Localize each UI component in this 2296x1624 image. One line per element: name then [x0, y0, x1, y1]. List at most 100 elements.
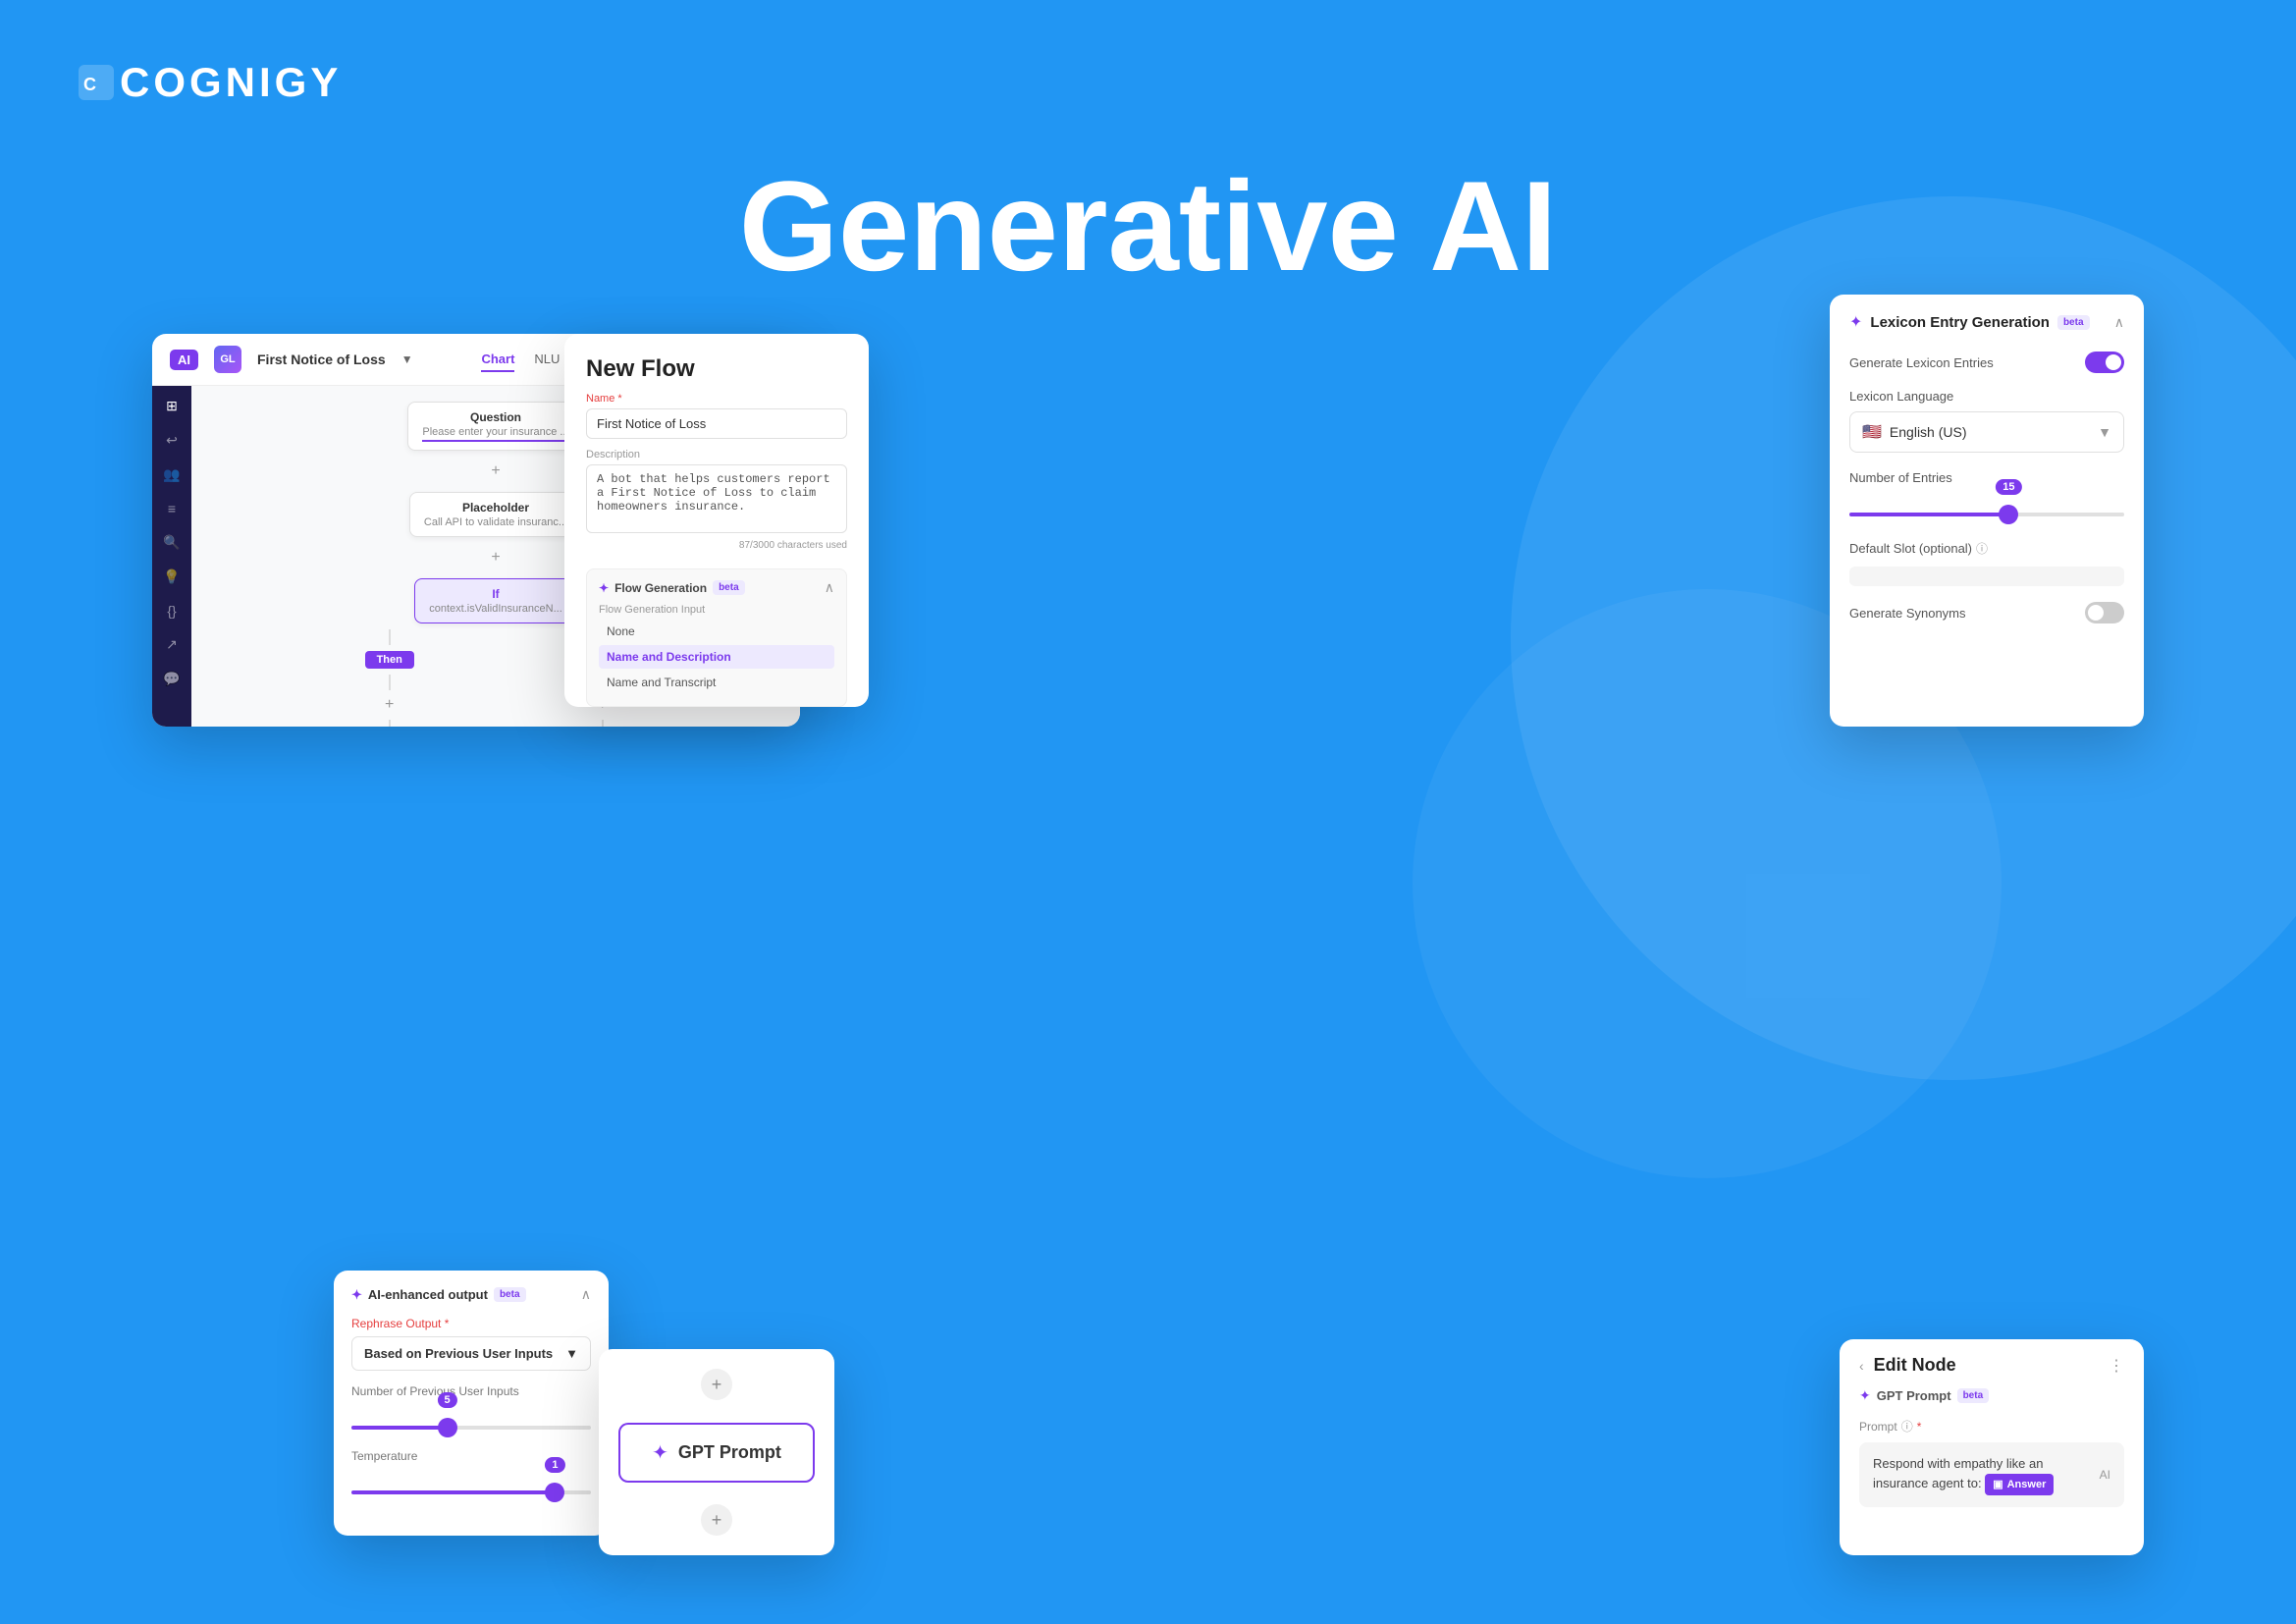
prompt-info-icon: ⓘ: [1901, 1418, 1913, 1435]
edit-node-card: ‹ Edit Node ⋮ ✦ GPT Prompt beta Prompt ⓘ…: [1840, 1339, 2144, 1555]
entries-slider-thumb[interactable]: 15: [1999, 505, 2018, 524]
then-label: Then: [365, 651, 414, 669]
conn-then3: [389, 720, 391, 727]
question-node-1: Question Please enter your insurance ...: [407, 402, 583, 451]
ai-output-card: ✦ AI-enhanced output beta ∧ Rephrase Out…: [334, 1271, 609, 1536]
gpt-prompt-box[interactable]: ✦ GPT Prompt: [618, 1423, 815, 1483]
option-name-transcript[interactable]: Name and Transcript: [599, 671, 834, 694]
ai-output-title: ✦ AI-enhanced output beta: [351, 1287, 526, 1303]
if-node: If context.isValidInsuranceN...: [414, 578, 577, 623]
prev-inputs-fill: [351, 1426, 448, 1430]
language-value: English (US): [1890, 424, 1967, 440]
main-title: Generative AI: [739, 152, 1557, 299]
flow-gen-title: ✦ Flow Generation beta: [599, 580, 745, 595]
flow-name: First Notice of Loss: [257, 352, 386, 367]
sidebar-search-icon[interactable]: 🔍: [163, 534, 180, 551]
temp-slider-track: 1: [351, 1490, 591, 1494]
flag-icon: 🇺🇸: [1862, 422, 1882, 442]
temp-thumb[interactable]: 1: [545, 1483, 564, 1502]
flow-gen-options: None Name and Description Name and Trans…: [599, 620, 834, 694]
tab-nlu[interactable]: NLU: [534, 348, 560, 372]
sidebar-chat2-icon[interactable]: 💬: [163, 671, 180, 687]
prev-inputs-label: Number of Previous User Inputs: [351, 1384, 591, 1398]
synonyms-toggle[interactable]: [2085, 602, 2124, 623]
char-count: 87/3000 characters used: [586, 540, 847, 551]
rephrase-select[interactable]: Based on Previous User Inputs ▼: [351, 1336, 591, 1371]
sidebar-grid-icon[interactable]: ⊞: [166, 398, 178, 414]
gpt-spark-icon: ✦: [652, 1440, 668, 1465]
synonyms-row: Generate Synonyms: [1849, 602, 2124, 623]
add-then[interactable]: +: [385, 696, 394, 714]
new-flow-title: New Flow: [564, 334, 869, 393]
sidebar-code-icon[interactable]: {}: [167, 603, 176, 619]
add-below-button[interactable]: +: [701, 1504, 732, 1536]
language-select[interactable]: 🇺🇸 English (US) ▼: [1849, 411, 2124, 453]
edit-spark-icon: ✦: [1859, 1387, 1871, 1404]
option-name-desc[interactable]: Name and Description: [599, 645, 834, 669]
temp-thumb-label: 1: [545, 1457, 564, 1473]
edit-node-title: Edit Node: [1874, 1355, 1956, 1376]
default-slot-input[interactable]: [1849, 567, 2124, 586]
add-above-button[interactable]: +: [701, 1369, 732, 1400]
sidebar-bulb-icon[interactable]: 💡: [163, 568, 180, 585]
prev-inputs-thumb[interactable]: 5: [438, 1418, 457, 1437]
lexicon-header: ✦ Lexicon Entry Generation beta ∧: [1849, 312, 2124, 332]
dropdown-icon: ▼: [401, 352, 413, 366]
cognigy-logo: c COGNIGY: [79, 59, 342, 110]
tab-chart[interactable]: Chart: [481, 348, 514, 372]
svg-text:c: c: [83, 75, 100, 94]
ai-corner-icon: AI: [2100, 1466, 2110, 1484]
name-input[interactable]: [586, 408, 847, 439]
generate-entries-label: Generate Lexicon Entries: [1849, 355, 1994, 370]
prev-inputs-thumb-label: 5: [438, 1392, 457, 1408]
edit-node-nav: ‹ Edit Node: [1859, 1355, 1956, 1376]
language-label: Lexicon Language: [1849, 389, 2124, 404]
sidebar-users-icon[interactable]: 👥: [163, 466, 180, 483]
conn-then2: [389, 675, 391, 690]
lexicon-beta-badge: beta: [2057, 315, 2090, 330]
conn-else3: [602, 720, 604, 727]
logo-text: COGNIGY: [120, 59, 342, 106]
entries-thumb-label: 15: [1996, 479, 2021, 495]
temp-fill: [351, 1490, 555, 1494]
desc-label: Description: [586, 449, 847, 460]
slot-info-icon: ⓘ: [1976, 540, 1988, 557]
nav-back-icon[interactable]: ‹: [1859, 1358, 1864, 1374]
flow-input-label: Flow Generation Input: [599, 604, 834, 616]
ai-badge: AI: [170, 350, 198, 370]
option-none[interactable]: None: [599, 620, 834, 643]
lexicon-title: Lexicon Entry Generation: [1870, 314, 2050, 331]
prev-inputs-track: 5: [351, 1426, 591, 1430]
desc-textarea[interactable]: A bot that helps customers report a Firs…: [586, 464, 847, 533]
language-dropdown-icon: ▼: [2098, 424, 2111, 440]
sidebar-list-icon[interactable]: ≡: [168, 501, 176, 516]
conn-then: [389, 629, 391, 645]
sidebar-arrow-icon[interactable]: ↩: [166, 432, 178, 449]
edit-node-header: ‹ Edit Node ⋮: [1859, 1355, 2124, 1376]
edit-beta-badge: beta: [1957, 1388, 1990, 1403]
flow-gen-header: ✦ Flow Generation beta ∧: [599, 579, 834, 596]
default-slot-label: Default Slot (optional) ⓘ: [1849, 540, 2124, 557]
ai-output-header: ✦ AI-enhanced output beta ∧: [351, 1286, 591, 1303]
entries-label: Number of Entries: [1849, 470, 2124, 485]
generate-entries-toggle[interactable]: [2085, 352, 2124, 373]
flow-sidebar: ⊞ ↩ 👥 ≡ 🔍 💡 {} ↗ 💬: [152, 386, 191, 727]
add-node-2[interactable]: +: [491, 549, 500, 567]
lexicon-collapse-icon[interactable]: ∧: [2114, 314, 2124, 331]
add-node-1[interactable]: +: [491, 462, 500, 480]
gpt-prompt-label: GPT Prompt: [1877, 1388, 1951, 1403]
rephrase-label: Rephrase Output *: [351, 1317, 591, 1330]
prompt-box: Respond with empathy like an insurance a…: [1859, 1442, 2124, 1507]
gen-collapse-icon[interactable]: ∧: [825, 579, 834, 596]
edit-node-menu-icon[interactable]: ⋮: [2109, 1356, 2124, 1376]
gen-spark-icon: ✦: [599, 581, 609, 595]
ai-output-collapse-icon[interactable]: ∧: [581, 1286, 591, 1303]
gl-avatar: GL: [214, 346, 241, 373]
rephrase-dropdown-icon: ▼: [565, 1346, 578, 1361]
lexicon-title-row: ✦ Lexicon Entry Generation beta: [1849, 312, 2090, 332]
default-slot-section: Default Slot (optional) ⓘ: [1849, 540, 2124, 586]
lexicon-spark-icon: ✦: [1849, 312, 1862, 332]
sidebar-export-icon[interactable]: ↗: [166, 636, 178, 653]
entries-slider: Number of Entries 15: [1849, 470, 2124, 516]
synonyms-label: Generate Synonyms: [1849, 606, 1966, 621]
